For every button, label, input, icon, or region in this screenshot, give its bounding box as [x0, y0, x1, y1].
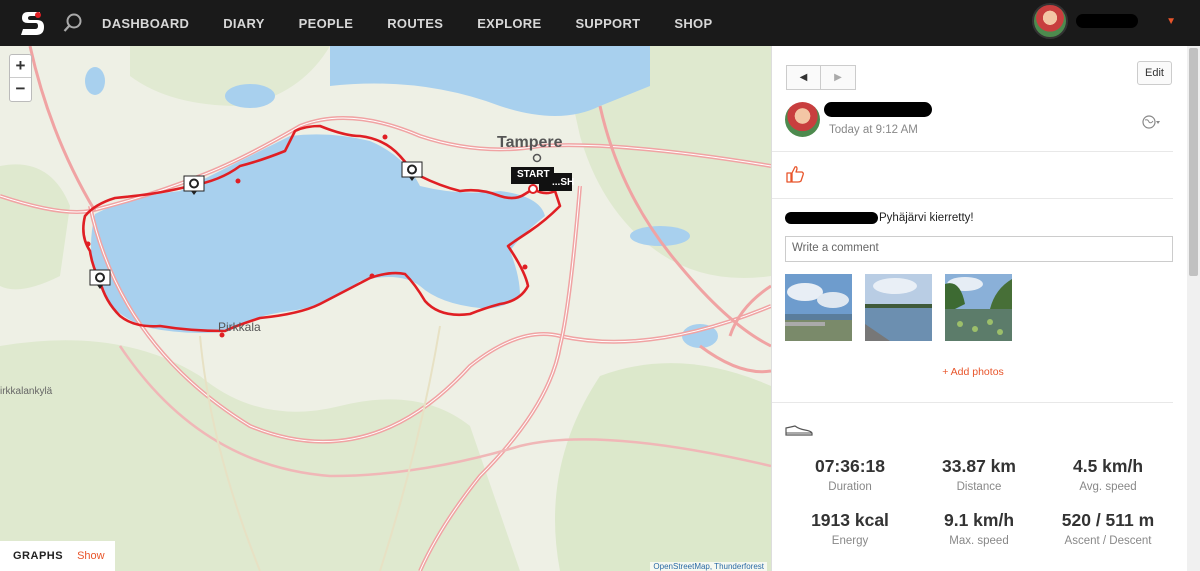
graphs-show-link[interactable]: Show: [77, 550, 105, 562]
next-workout-button[interactable]: ▶: [821, 65, 856, 90]
main-nav: DASHBOARD DIARY PEOPLE ROUTES EXPLORE SU…: [94, 16, 746, 31]
stat-duration: 07:36:18 Duration: [785, 456, 915, 493]
caption-text: Pyhäjärvi kierretty!: [879, 212, 974, 224]
stat-value: 07:36:18: [814, 456, 886, 476]
workout-detail-panel: ◀ ▶ Edit Today at 9:12 AM Pyhäjärvi kier…: [771, 46, 1187, 571]
add-photos-link[interactable]: + Add photos: [772, 366, 1174, 378]
map-label-finish: ...SH: [552, 177, 575, 188]
stat-label: Avg. speed: [1079, 481, 1137, 493]
zoom-out-button[interactable]: −: [10, 78, 31, 101]
redacted-author-name: [824, 102, 932, 117]
photo-thumbnail[interactable]: [865, 274, 932, 341]
walking-shoe-icon: [785, 423, 813, 441]
nav-people[interactable]: PEOPLE: [299, 16, 354, 31]
divider: [772, 402, 1173, 403]
stat-label: Duration: [828, 481, 872, 493]
page-scrollbar[interactable]: [1187, 46, 1200, 571]
nav-dashboard[interactable]: DASHBOARD: [102, 16, 189, 31]
divider: [772, 198, 1173, 199]
stat-avg-speed: 4.5 km/h Avg. speed: [1043, 456, 1173, 493]
user-avatar[interactable]: [1032, 3, 1069, 39]
sports-tracker-logo[interactable]: [18, 8, 48, 38]
redacted-username: [1076, 14, 1139, 28]
scrollbar-thumb[interactable]: [1189, 48, 1198, 276]
search-icon[interactable]: [62, 12, 84, 34]
stat-label: Ascent / Descent: [1064, 535, 1152, 547]
stat-label: Max. speed: [949, 535, 1009, 547]
map-attribution[interactable]: OpenStreetMap, Thunderforest: [650, 562, 767, 571]
post-timestamp: Today at 9:12 AM: [829, 124, 918, 136]
map-label-tampere: Tampere: [497, 134, 563, 151]
stat-value: 9.1 km/h: [943, 510, 1015, 530]
top-navigation-bar: DASHBOARD DIARY PEOPLE ROUTES EXPLORE SU…: [0, 0, 1200, 46]
chevron-down-icon[interactable]: ▼: [1166, 16, 1176, 27]
nav-shop[interactable]: SHOP: [674, 16, 712, 31]
photo-thumbnail[interactable]: [785, 274, 852, 341]
stat-value: 520 / 511 m: [1061, 510, 1155, 530]
like-icon[interactable]: [785, 164, 805, 189]
graphs-toggle: GRAPHS Show: [0, 541, 115, 571]
photo-thumbnail[interactable]: [945, 274, 1012, 341]
graphs-label: GRAPHS: [13, 550, 64, 562]
edit-button[interactable]: Edit: [1137, 61, 1172, 85]
stat-distance: 33.87 km Distance: [914, 456, 1044, 493]
stat-max-speed: 9.1 km/h Max. speed: [914, 510, 1044, 547]
stat-value: 1913 kcal: [811, 510, 889, 530]
route-map[interactable]: Tampere START ...SH Pirkkala irkkalankyl…: [0, 46, 771, 571]
nav-support[interactable]: SUPPORT: [575, 16, 640, 31]
stat-value: 33.87 km: [942, 456, 1016, 476]
stat-value: 4.5 km/h: [1072, 456, 1144, 476]
redacted-caption-mention: [785, 212, 878, 224]
author-avatar[interactable]: [785, 102, 820, 137]
map-label-pirkkala: Pirkkala: [218, 320, 261, 334]
divider: [772, 151, 1173, 152]
stat-label: Energy: [831, 535, 869, 547]
globe-icon[interactable]: [1142, 115, 1160, 132]
zoom-in-button[interactable]: +: [10, 55, 31, 78]
previous-workout-button[interactable]: ◀: [786, 65, 821, 90]
comment-input[interactable]: Write a comment: [785, 236, 1173, 262]
workout-pager: ◀ ▶: [786, 65, 856, 90]
nav-routes[interactable]: ROUTES: [387, 16, 443, 31]
stat-energy: 1913 kcal Energy: [785, 510, 915, 547]
nav-explore[interactable]: EXPLORE: [477, 16, 541, 31]
stat-label: Distance: [956, 481, 1002, 493]
map-canvas: [0, 46, 771, 571]
map-label-start: START: [517, 169, 550, 180]
stat-ascent-descent: 520 / 511 m Ascent / Descent: [1043, 510, 1173, 547]
zoom-control: + −: [9, 54, 32, 102]
nav-diary[interactable]: DIARY: [223, 16, 264, 31]
photo-gallery: [785, 274, 1025, 341]
map-label-pirkkalankyla: irkkalankylä: [0, 386, 53, 397]
user-menu[interactable]: ▼: [1032, 3, 1176, 39]
workout-caption: Pyhäjärvi kierretty!: [785, 212, 974, 224]
